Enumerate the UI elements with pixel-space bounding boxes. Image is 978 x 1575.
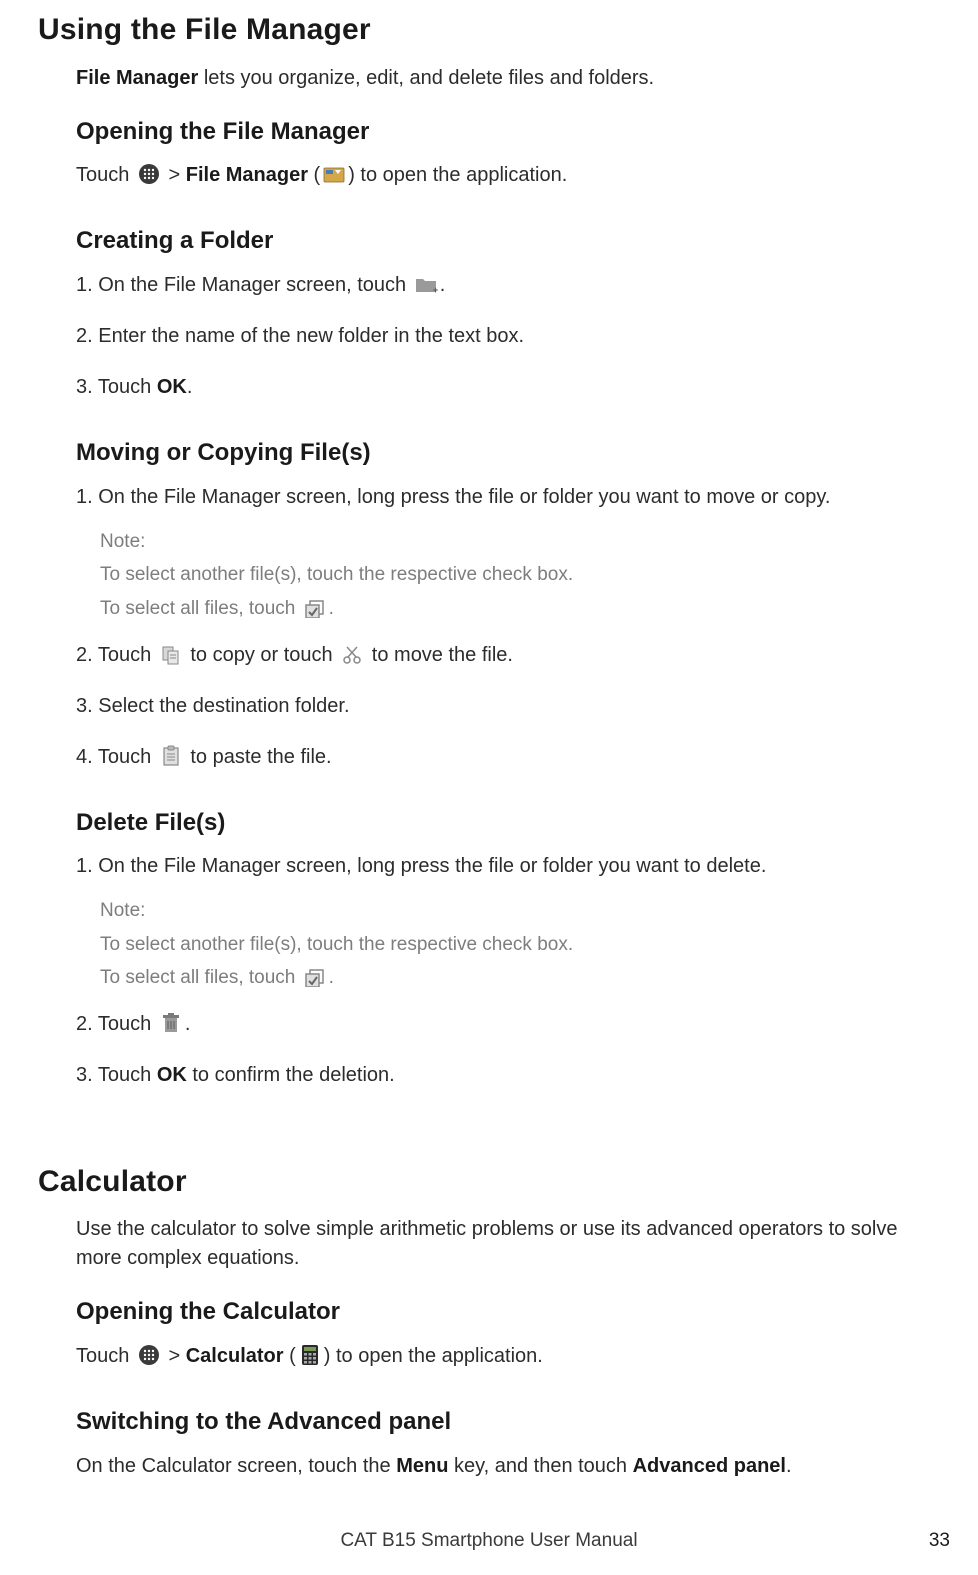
heading-opening-file-manager: Opening the File Manager [76,115,940,150]
text-delete-step3-c: to confirm the deletion. [187,1064,395,1086]
copy-icon [159,644,183,666]
text-open-fm-1: Touch [76,164,135,186]
text-delete-step3-a: 3. Touch [76,1064,157,1086]
heading-opening-calculator: Opening the Calculator [76,1295,940,1330]
new-folder-icon: + [414,274,438,296]
calculator-intro: Use the calculator to solve simple arith… [76,1215,940,1273]
text-create-step1-a: 1. On the File Manager screen, touch [76,274,412,296]
paste-icon [159,745,183,767]
footer-title: CAT B15 Smartphone User Manual [0,1527,978,1555]
text-open-calc-1: Touch [76,1345,135,1367]
text-note2-line2-b: . [329,967,334,988]
bold-advanced-panel: Advanced panel [633,1455,786,1477]
note-move-line1: To select another file(s), touch the res… [100,561,940,589]
select-all-icon [303,967,327,989]
switch-advanced-line: On the Calculator screen, touch the Menu… [76,1452,940,1481]
text-move-step2-b: to copy or touch [185,644,338,666]
note-label-1: Note: [100,528,940,556]
note-label-2: Note: [100,897,940,925]
file-manager-intro: File Manager lets you organize, edit, an… [76,64,940,93]
svg-text:+: + [433,285,438,295]
delete-step3: 3. Touch OK to confirm the deletion. [76,1061,940,1090]
text-note2-line2-a: To select all files, touch [100,967,301,988]
note-block-delete: Note: To select another file(s), touch t… [100,897,940,992]
move-copy-step4: 4. Touch to paste the file. [76,743,940,772]
text-move-step2-a: 2. Touch [76,644,157,666]
text-open-calc-5: ) to open the application. [324,1345,543,1367]
create-folder-step3: 3. Touch OK. [76,373,940,402]
apps-grid-icon [137,1344,161,1366]
text-note-line2-a: To select all files, touch [100,598,301,619]
open-file-manager-line: Touch > File Manager ( ) to open the appl… [76,161,940,190]
text-delete-step2-a: 2. Touch [76,1013,157,1035]
text-note-line2-b: . [329,598,334,619]
bold-ok-1: OK [157,376,187,398]
text-open-calc-2: > [163,1345,186,1367]
note-move-line2: To select all files, touch . [100,595,940,623]
heading-switching-advanced: Switching to the Advanced panel [76,1405,940,1440]
move-copy-step1: 1. On the File Manager screen, long pres… [76,483,940,512]
bold-file-manager-2: File Manager [186,164,308,186]
text-open-calc-4: ( [284,1345,296,1367]
text-switch-adv-e: . [786,1455,792,1477]
text-open-fm-5: ) to open the application. [348,164,567,186]
select-all-icon [303,598,327,620]
text-create-step3-a: 3. Touch [76,376,157,398]
page-number: 33 [929,1527,950,1555]
heading-moving-copying: Moving or Copying File(s) [76,436,940,471]
heading-delete-files: Delete File(s) [76,806,940,841]
text-switch-adv-c: key, and then touch [448,1455,632,1477]
bold-ok-2: OK [157,1064,187,1086]
note-block-move: Note: To select another file(s), touch t… [100,528,940,623]
text-fm-intro-2: lets you organize, edit, and delete file… [198,67,654,89]
create-folder-step1: 1. On the File Manager screen, touch +. [76,271,940,300]
apps-grid-icon [137,163,161,185]
move-copy-step2: 2. Touch to copy or touch to move the fi… [76,641,940,670]
create-folder-step2: 2. Enter the name of the new folder in t… [76,322,940,351]
text-create-step3-c: . [187,376,193,398]
heading-using-file-manager: Using the File Manager [38,8,940,52]
calculator-app-icon [298,1344,322,1366]
text-move-step4-b: to paste the file. [185,746,332,768]
note-delete-line1: To select another file(s), touch the res… [100,931,940,959]
text-open-fm-2: > [163,164,186,186]
note-delete-line2: To select all files, touch . [100,964,940,992]
move-copy-step3: 3. Select the destination folder. [76,692,940,721]
open-calculator-line: Touch > Calculator ( ) to open the applic… [76,1342,940,1371]
heading-creating-folder: Creating a Folder [76,224,940,259]
file-manager-app-icon [322,164,346,186]
heading-calculator: Calculator [38,1160,940,1204]
text-open-fm-4: ( [308,164,320,186]
text-move-step2-c: to move the file. [366,644,513,666]
text-create-step1-b: . [440,274,446,296]
delete-step1: 1. On the File Manager screen, long pres… [76,852,940,881]
text-delete-step2-b: . [185,1013,191,1035]
trash-icon [159,1012,183,1034]
text-switch-adv-a: On the Calculator screen, touch the [76,1455,396,1477]
bold-menu: Menu [396,1455,448,1477]
bold-file-manager: File Manager [76,67,198,89]
cut-icon [340,644,364,666]
text-move-step4-a: 4. Touch [76,746,157,768]
bold-calculator: Calculator [186,1345,284,1367]
delete-step2: 2. Touch . [76,1010,940,1039]
